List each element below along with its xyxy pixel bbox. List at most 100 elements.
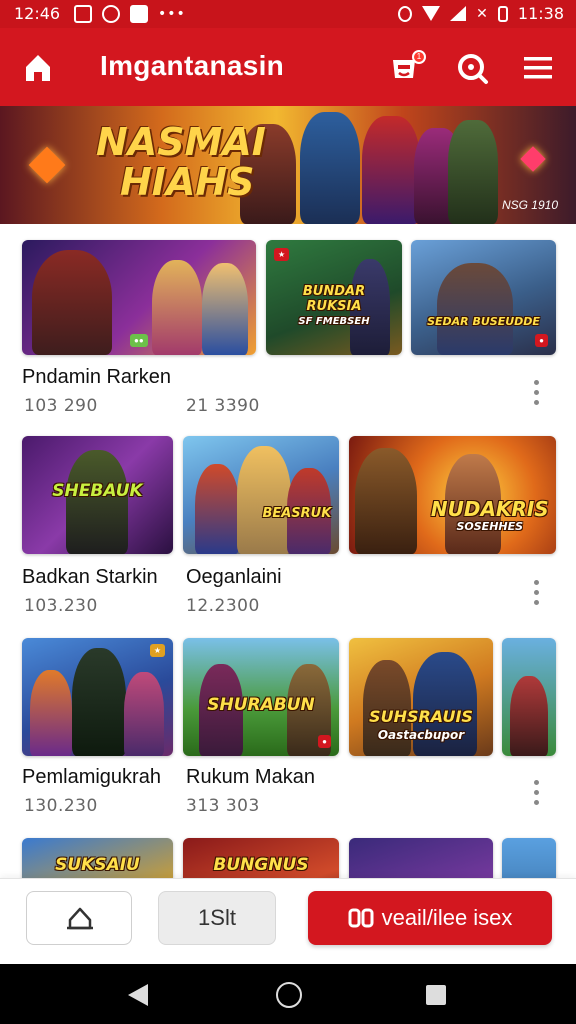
thumb-badge: ●● [130,334,148,347]
dot-icon [533,379,539,385]
character-figure [32,250,112,355]
banner-title-line2: HIAHS [120,160,255,204]
gem-decoration [28,146,66,184]
character-figure [30,670,72,756]
search-button[interactable] [452,48,492,88]
game-thumbnail[interactable]: NUDAKRIS SOSEHHES [349,436,556,554]
thumb-label: SHURABUN [207,695,315,715]
hero-banner[interactable]: NASMAI HIAHS NSG 1910 [0,106,576,224]
share-button[interactable] [26,891,132,945]
alert-icon [398,5,413,22]
dot-icon [533,789,539,795]
thumb-label: BUNDAR RUKSIA SF FMEBSEH [277,284,391,329]
gem-decoration [520,146,546,172]
status-right: ✕ 11:38 [398,4,564,23]
game-thumbnail[interactable] [502,638,556,756]
thumb-label: NUDAKRIS SOSEHHES [428,497,552,536]
signal-icon [450,6,467,21]
notification-icons: ••• [74,5,186,23]
share-icon [67,907,93,930]
thumb-label: BUNGNUS [213,855,309,875]
thumb-label: BEASRUK [262,506,332,521]
game-thumbnail[interactable]: SHEBAUK [22,436,173,554]
thumb-label: SHEBAUK [52,481,143,501]
game-thumbnail[interactable]: SUHSRAUIS Oastacbupor [349,638,493,756]
thumb-label-text: BUNDAR RUKSIA [302,284,366,314]
app-bar: Imgantanasin 1 [0,28,576,106]
banner-hero [448,120,498,224]
thumb-sub-text: SF FMEBSEH [298,316,370,327]
banner-title-line1: NASMAI [96,120,266,164]
game-thumbnail[interactable]: SHURABUN ● [183,638,339,756]
thumb-label: SEDAR BUSEUDDE [427,315,540,328]
home-button[interactable] [18,48,58,88]
hot-badge: ★ [274,248,290,261]
bag-badge: 1 [412,50,426,64]
game-thumbnail[interactable]: SEDAR BUSEUDDE ● [411,240,556,355]
game-thumbnail[interactable]: ★ [22,638,173,756]
recent-apps-icon[interactable] [426,985,446,1005]
thumb-label: SUHSRAUIS Oastacbupor [352,708,490,744]
character-figure [66,450,128,554]
character-figure [355,448,417,554]
game-count: 21 3390 [186,396,260,416]
more-options-button[interactable] [526,572,546,612]
game-thumbnail[interactable]: ●● [22,240,256,355]
character-figure [237,446,291,554]
more-notifications-icon: ••• [158,6,186,22]
status-bar: 12:46 ••• ✕ 11:38 [0,0,576,28]
action-bar: 1Slt veail/ilee isex [0,878,576,964]
game-title[interactable]: Pemlamigukrah [22,766,161,789]
home-icon [26,55,50,81]
search-icon [458,54,488,84]
battery-icon [497,5,508,22]
sync-notification-icon [102,5,120,23]
primary-action-button[interactable]: veail/ilee isex [308,891,552,945]
more-options-button[interactable] [526,372,546,412]
app-notification-icon [130,5,148,23]
character-figure [510,676,548,756]
bag-button[interactable]: 1 [384,48,426,88]
banner-hero [300,112,360,224]
wifi-icon [422,6,441,21]
character-figure [195,464,239,554]
app-screen: 12:46 ••• ✕ 11:38 Imgantanasin 1 NASMAI … [0,0,576,1024]
more-options-button[interactable] [526,772,546,812]
character-figure [202,263,248,355]
thumb-label-text: NUDAKRIS [430,497,549,521]
status-time: 12:46 [14,4,61,23]
game-count: 103 290 [24,396,98,416]
thumb-label-text: SUHSRAUIS [369,707,473,726]
game-title[interactable]: Pndamin Rarken [22,366,171,389]
game-title[interactable]: Badkan Starkin [22,566,158,589]
data-icon: ✕ [476,5,488,22]
new-badge: ● [318,735,331,748]
dot-icon [533,399,539,405]
game-title[interactable]: Oeganlaini [186,566,282,589]
thumb-sub-text: Oastacbupor [377,728,465,742]
back-icon[interactable] [128,984,148,1006]
dot-icon [533,589,539,595]
play-icon [348,908,374,928]
game-title[interactable]: Rukum Makan [186,766,315,789]
game-thumbnail[interactable]: BEASRUK [183,436,339,554]
dot-icon [533,779,539,785]
game-count: 313 303 [186,796,260,816]
menu-icon [524,57,552,79]
quantity-button[interactable]: 1Slt [158,891,276,945]
character-figure [124,672,164,756]
home-circle-icon[interactable] [276,982,302,1008]
primary-action-label: veail/ilee isex [381,905,513,930]
hot-badge: ★ [149,644,165,657]
dot-icon [533,799,539,805]
status-right-time: 11:38 [517,4,564,23]
character-figure [72,648,126,756]
thumb-label: SUKSAIU [55,855,140,875]
menu-button[interactable] [518,48,558,88]
game-thumbnail[interactable]: BUNDAR RUKSIA SF FMEBSEH ★ [266,240,402,355]
system-nav-bar [0,964,576,1024]
character-figure [437,263,513,355]
banner-subtitle: NSG 1910 [501,198,558,212]
page-title: Imgantanasin [100,50,285,81]
game-grid: ●● BUNDAR RUKSIA SF FMEBSEH ★ SEDAR BUSE… [0,224,576,964]
